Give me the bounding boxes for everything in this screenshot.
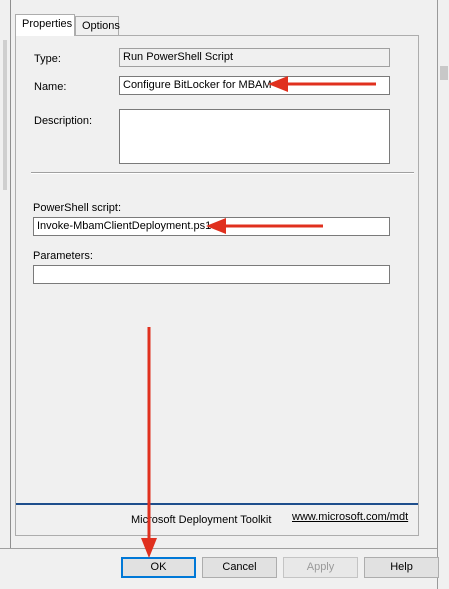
tab-options[interactable]: Options (75, 16, 120, 36)
powershell-script-label: PowerShell script: (33, 202, 122, 214)
left-scroll-strip (3, 40, 7, 190)
apply-button: Apply (283, 557, 358, 578)
parameters-field[interactable] (33, 265, 390, 284)
tab-properties[interactable]: Properties (15, 14, 75, 36)
scrollbar-thumb[interactable] (440, 66, 448, 80)
help-button[interactable]: Help (364, 557, 439, 578)
powershell-script-field[interactable]: Invoke-MbamClientDeployment.ps1 (33, 217, 390, 236)
ok-button[interactable]: OK (121, 557, 196, 578)
right-scrollbar[interactable] (437, 0, 449, 589)
name-field[interactable]: Configure BitLocker for MBAM (119, 76, 390, 95)
left-window-edge (0, 0, 11, 548)
type-label: Type: (34, 53, 61, 65)
cancel-button[interactable]: Cancel (202, 557, 277, 578)
type-field: Run PowerShell Script (119, 48, 390, 67)
footer-line (16, 503, 418, 505)
properties-panel: Type: Run PowerShell Script Name: Config… (15, 35, 419, 536)
name-label: Name: (34, 81, 67, 93)
button-bar-separator (0, 548, 437, 549)
section-separator (31, 172, 414, 174)
description-field[interactable] (119, 109, 390, 164)
footer-product-name: Microsoft Deployment Toolkit (131, 514, 272, 526)
footer-website-link[interactable]: www.microsoft.com/mdt (292, 511, 408, 523)
description-label: Description: (34, 115, 93, 127)
parameters-label: Parameters: (33, 250, 93, 262)
